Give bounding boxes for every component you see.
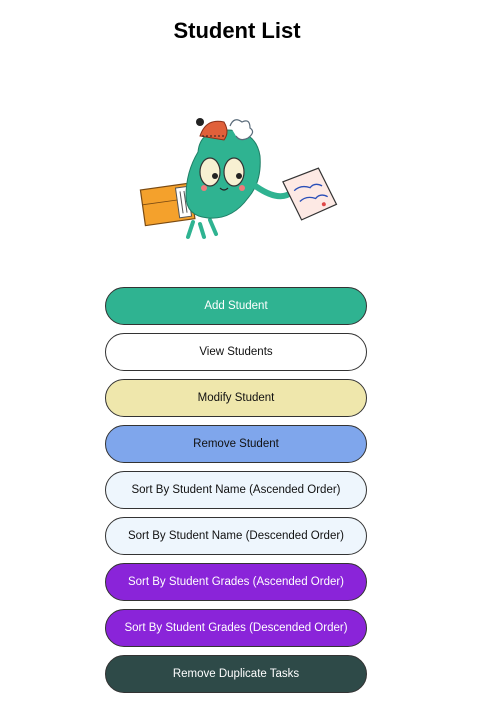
page-title: Student List: [173, 18, 301, 43]
sort-grades-descending-button[interactable]: Sort By Student Grades (Descended Order): [105, 609, 367, 647]
remove-duplicate-tasks-button[interactable]: Remove Duplicate Tasks: [105, 655, 367, 693]
sort-name-ascending-button[interactable]: Sort By Student Name (Ascended Order): [105, 471, 367, 509]
view-students-button[interactable]: View Students: [105, 333, 367, 371]
sort-name-descending-button[interactable]: Sort By Student Name (Descended Order): [105, 517, 367, 555]
mascot-illustration: [138, 112, 338, 244]
add-student-button[interactable]: Add Student: [105, 287, 367, 325]
mascot-carrying-box-and-paper-icon: [139, 118, 338, 239]
remove-student-button[interactable]: Remove Student: [105, 425, 367, 463]
modify-student-button[interactable]: Modify Student: [105, 379, 367, 417]
sort-grades-ascending-button[interactable]: Sort By Student Grades (Ascended Order): [105, 563, 367, 601]
